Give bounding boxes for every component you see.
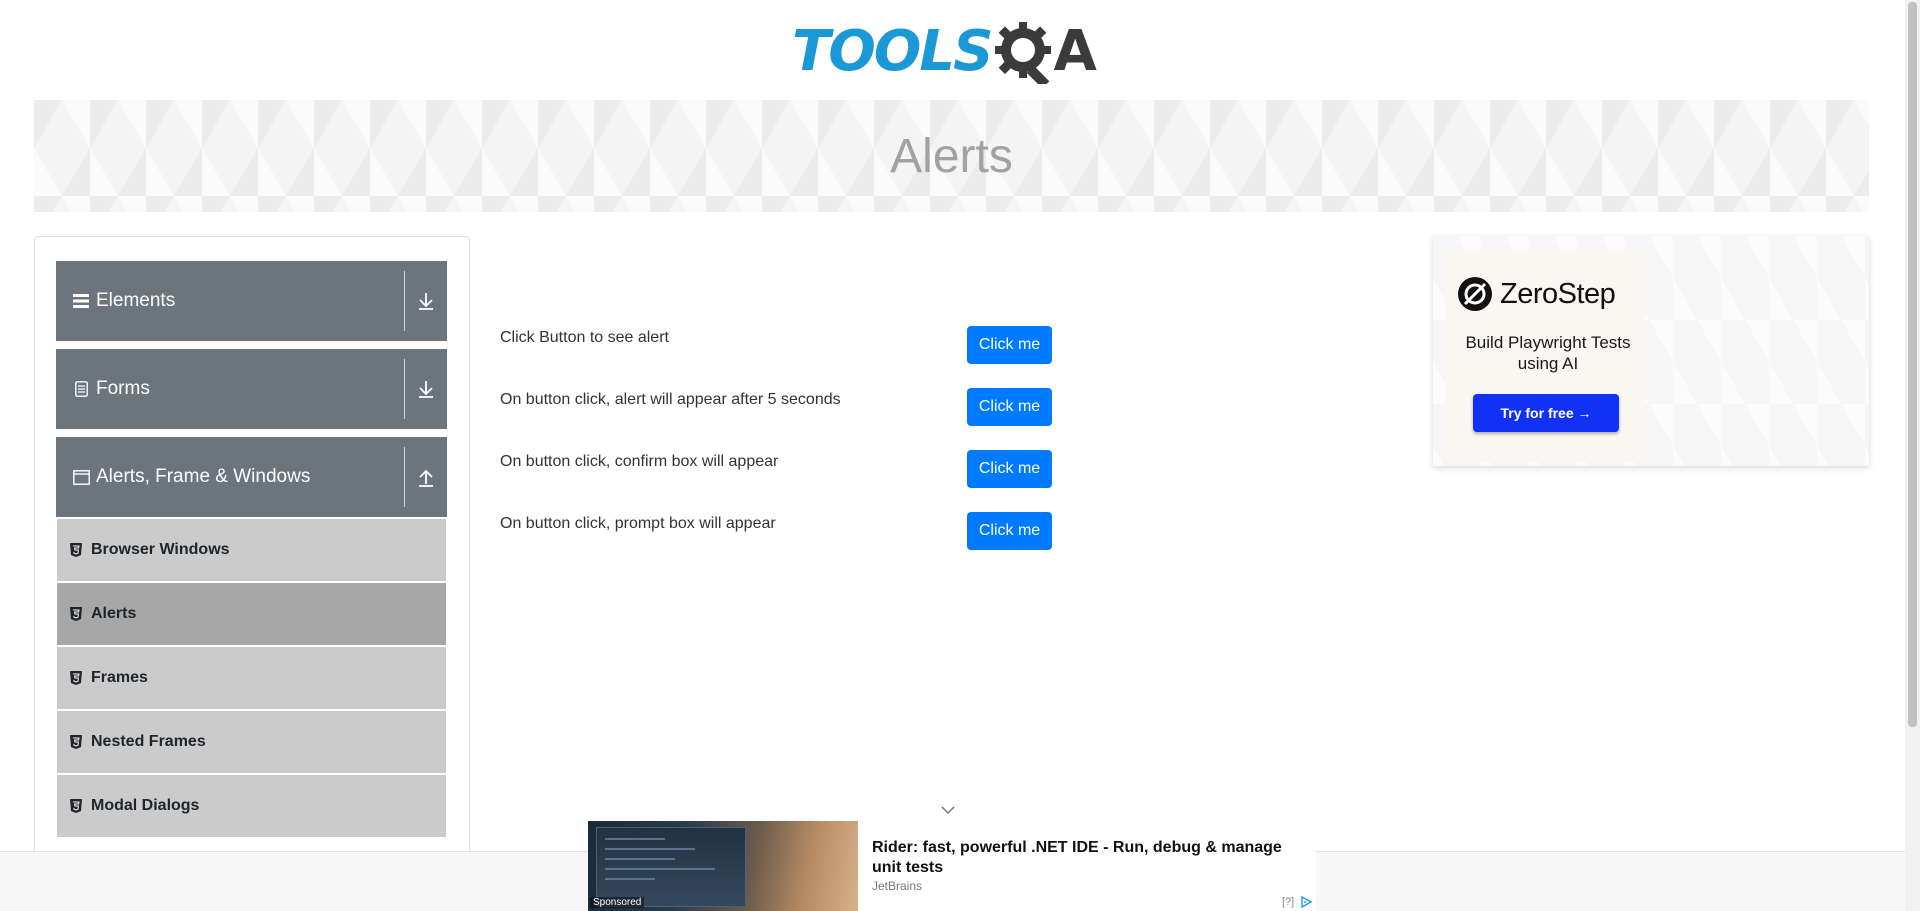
zerostep-ad[interactable]: ZeroStep Build Playwright Tests using AI… — [1433, 236, 1869, 466]
sidebar-item-modal-dialogs[interactable]: Modal Dialogs — [57, 775, 446, 837]
divider — [404, 359, 405, 419]
sidebar-item-label: Nested Frames — [91, 733, 206, 750]
sponsored-title[interactable]: Rider: fast, powerful .NET IDE - Run, de… — [872, 838, 1312, 878]
window-icon — [72, 468, 90, 486]
ad-tagline: Build Playwright Tests using AI — [1465, 333, 1631, 373]
ad-brand-name: ZeroStep — [1500, 277, 1616, 310]
page-banner: Alerts — [34, 100, 1869, 212]
sponsored-source: JetBrains — [872, 879, 923, 893]
confirm-button[interactable]: Click me — [967, 450, 1052, 488]
toolsqa-logo[interactable]: TOOLS A — [792, 14, 1116, 90]
prompt-row-text: On button click, prompt box will appear — [500, 515, 776, 532]
ad-image-line — [605, 848, 695, 850]
alert-button[interactable]: Click me — [967, 326, 1052, 364]
sponsored-ad-image: Sponsored — [588, 821, 858, 911]
header: TOOLS A — [0, 0, 1905, 100]
sidebar-item-label: Frames — [91, 669, 148, 686]
ad-image-line — [605, 838, 665, 840]
try-for-free-button[interactable]: Try for free → — [1473, 394, 1619, 432]
sponsored-label: Sponsored — [590, 897, 645, 908]
sidebar-group-label: Alerts, Frame & Windows — [96, 466, 311, 487]
alert-row-text: Click Button to see alert — [500, 329, 669, 346]
timer-alert-row-text: On button click, alert will appear after… — [500, 391, 841, 408]
sponsored-ad[interactable]: Sponsored Rider: fast, powerful .NET IDE… — [588, 821, 1316, 911]
hamburger-icon — [72, 292, 90, 310]
prompt-button[interactable]: Click me — [967, 512, 1052, 550]
page-title: Alerts — [890, 129, 1013, 183]
sidebar-item-nested-frames[interactable]: Nested Frames — [57, 711, 446, 773]
html5-icon — [70, 735, 82, 749]
sidebar: Elements Forms Alerts, Frame & Windows B… — [34, 236, 470, 911]
ad-image-line — [605, 878, 655, 880]
adchoices-icon[interactable] — [1300, 896, 1314, 908]
html5-icon — [70, 799, 82, 813]
sidebar-item-browser-windows[interactable]: Browser Windows — [57, 519, 446, 581]
html5-icon — [70, 543, 82, 557]
sidebar-item-frames[interactable]: Frames — [57, 647, 446, 709]
ad-brand: ZeroStep — [1457, 276, 1616, 312]
form-icon — [72, 380, 90, 398]
zerostep-logo-icon — [1458, 277, 1492, 311]
download-arrow-icon[interactable] — [415, 377, 437, 401]
sidebar-item-label: Modal Dialogs — [91, 797, 200, 814]
confirm-row-text: On button click, confirm box will appear — [500, 453, 779, 470]
sidebar-group-label: Elements — [96, 290, 176, 311]
upload-arrow-icon[interactable] — [415, 465, 437, 489]
logo-text-a: A — [1053, 19, 1097, 84]
sidebar-group-forms[interactable]: Forms — [56, 349, 447, 429]
html5-icon — [70, 671, 82, 685]
sidebar-group-label: Forms — [96, 378, 150, 399]
chevron-down-icon[interactable] — [940, 804, 956, 816]
page-scrollbar[interactable] — [1905, 0, 1920, 911]
divider — [404, 271, 405, 331]
download-arrow-icon[interactable] — [415, 289, 437, 313]
sidebar-group-alerts-frame-windows[interactable]: Alerts, Frame & Windows — [56, 437, 447, 517]
gear-magnifier-icon — [995, 22, 1052, 84]
ad-help-link[interactable]: [?] — [1282, 896, 1294, 908]
ad-image-line — [605, 858, 675, 860]
sidebar-item-label: Alerts — [91, 605, 137, 622]
ad-image-line — [605, 868, 715, 870]
html5-icon — [70, 607, 82, 621]
ad-image-screen — [596, 827, 746, 907]
divider — [404, 447, 405, 507]
timer-alert-button[interactable]: Click me — [967, 388, 1052, 426]
logo-text-tools: TOOLS — [792, 19, 993, 84]
sidebar-group-elements[interactable]: Elements — [56, 261, 447, 341]
scrollbar-thumb[interactable] — [1908, 2, 1917, 727]
sidebar-item-label: Browser Windows — [91, 541, 230, 558]
sidebar-item-alerts[interactable]: Alerts — [57, 583, 446, 645]
